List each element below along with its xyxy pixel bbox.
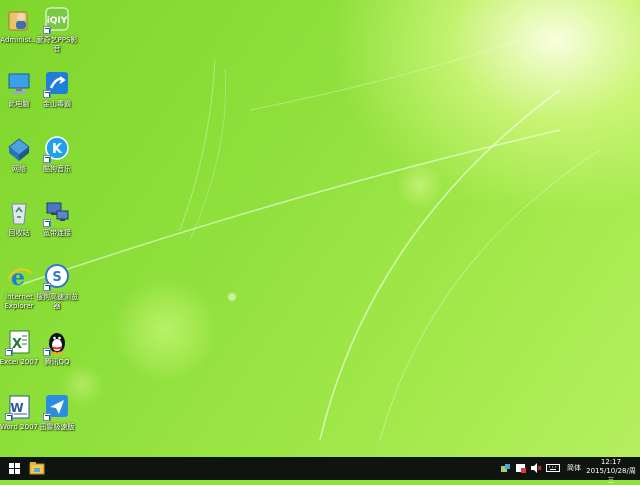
taskbar-clock[interactable]: 12:17 2015/10/28/周三 (584, 458, 638, 485)
file-explorer-icon (29, 462, 45, 475)
shortcut-arrow-icon (5, 413, 13, 421)
computer-icon (5, 70, 33, 98)
wallpaper-light-streaks (19, 39, 601, 441)
desktop-icon-kugou-music[interactable]: K 酷狗音乐 (34, 135, 80, 174)
svg-text:iQIY: iQIY (47, 16, 68, 26)
network-icon (5, 135, 33, 163)
desktop-icon-label: 迅雷极速版 (39, 423, 75, 431)
volume-icon[interactable] (530, 462, 542, 474)
xunlei-icon (43, 393, 71, 421)
desktop-icon-sogou-browser[interactable]: S 搜狗高速浏览器 (34, 263, 80, 311)
desktop-icon-label: 爱奇艺PPS影音 (36, 36, 78, 53)
user-folder-icon (5, 6, 33, 34)
svg-text:S: S (52, 270, 61, 285)
start-button[interactable] (2, 457, 24, 480)
desktop-icon-kingsoft-duba[interactable]: 金山毒霸 (34, 70, 80, 109)
shortcut-arrow-icon (43, 348, 51, 356)
network-tray-icon[interactable] (500, 462, 512, 474)
shortcut-arrow-icon (5, 348, 13, 356)
ime-indicator[interactable]: 简体 (567, 463, 581, 473)
word-icon: W (5, 393, 33, 421)
desktop-icon-label: 酷狗音乐 (43, 165, 71, 173)
desktop-icon-tencent-qq[interactable]: 腾讯QQ (34, 328, 80, 367)
svg-text:K: K (52, 142, 63, 157)
security-tray-icon[interactable] (515, 462, 527, 474)
taskbar-file-explorer-button[interactable] (28, 459, 46, 478)
shortcut-arrow-icon (43, 26, 51, 34)
taskbar: 简体 12:17 2015/10/28/周三 (0, 457, 640, 484)
desktop-icon-label: 金山毒霸 (43, 100, 71, 108)
shortcut-arrow-icon (43, 413, 51, 421)
clock-time: 12:17 (600, 458, 622, 466)
svg-text:X: X (12, 337, 22, 352)
iqiyi-pps-icon: iQIY (43, 6, 71, 34)
system-tray: 简体 12:17 2015/10/28/周三 (500, 457, 640, 484)
shortcut-arrow-icon (43, 155, 51, 163)
desktop-icon-broadband[interactable]: 宽带连接 (34, 199, 80, 238)
shortcut-arrow-icon (43, 219, 51, 227)
shortcut-arrow-icon (43, 283, 51, 291)
keyboard-icon[interactable] (546, 462, 560, 474)
desktop-icon-label: 搜狗高速浏览器 (36, 293, 78, 310)
recycle-bin-icon (5, 199, 33, 227)
desktop-wallpaper (0, 0, 640, 457)
clock-date: 2015/10/28/周三 (586, 467, 636, 484)
internet-explorer-icon: e (5, 263, 33, 291)
excel-icon: X (5, 328, 33, 356)
qq-penguin-icon (43, 328, 71, 356)
desktop-icon-label: 腾讯QQ (44, 358, 70, 366)
kingsoft-duba-icon (43, 70, 71, 98)
shortcut-arrow-icon (43, 90, 51, 98)
desktop-icon-xunlei[interactable]: 迅雷极速版 (34, 393, 80, 432)
sogou-browser-icon: S (43, 263, 71, 291)
broadband-connection-icon (43, 199, 71, 227)
kugou-music-icon: K (43, 135, 71, 163)
desktop-icon-iqiyi-pps[interactable]: iQIY 爱奇艺PPS影音 (34, 6, 80, 54)
desktop-icon-label: 宽带连接 (43, 229, 71, 237)
